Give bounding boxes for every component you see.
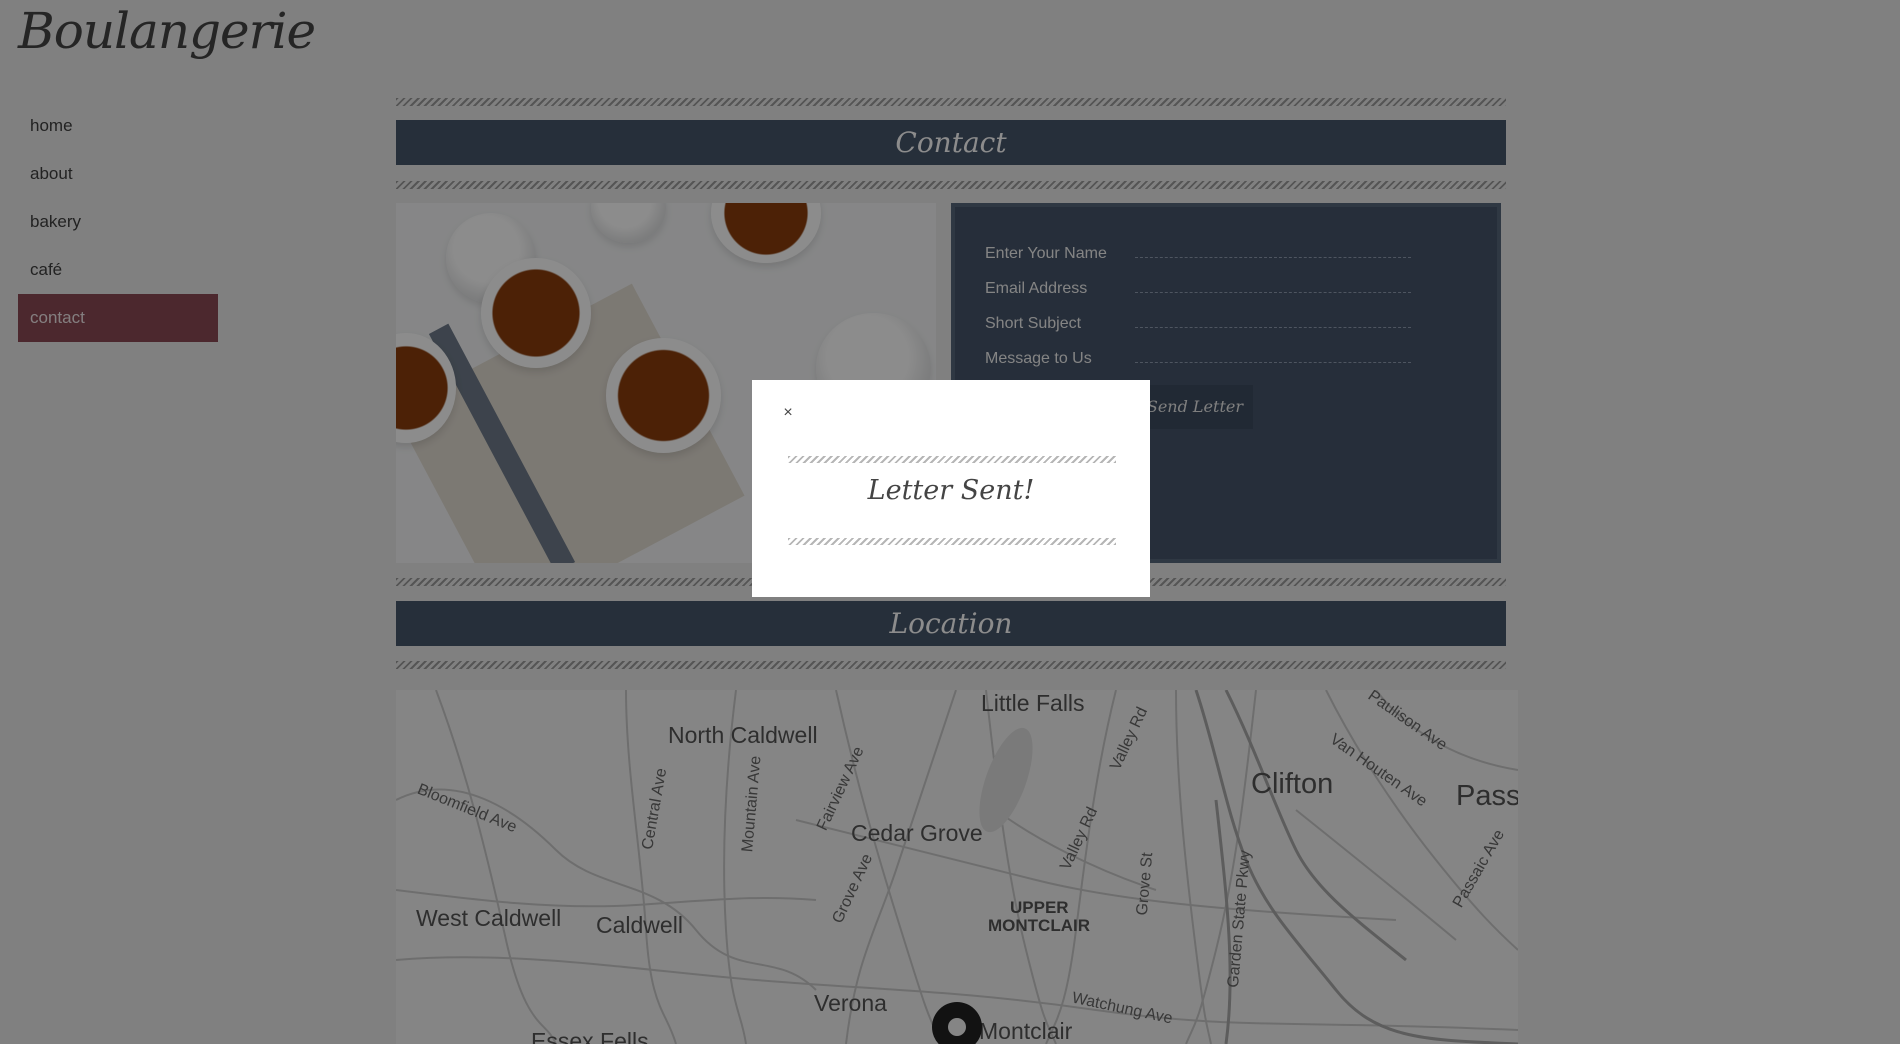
close-icon[interactable]: × [778, 403, 798, 423]
modal-title: Letter Sent! [867, 475, 1035, 506]
modal-divider-stripe [788, 456, 1116, 463]
modal-divider-stripe [788, 538, 1116, 545]
letter-sent-modal: × Letter Sent! [752, 380, 1150, 597]
